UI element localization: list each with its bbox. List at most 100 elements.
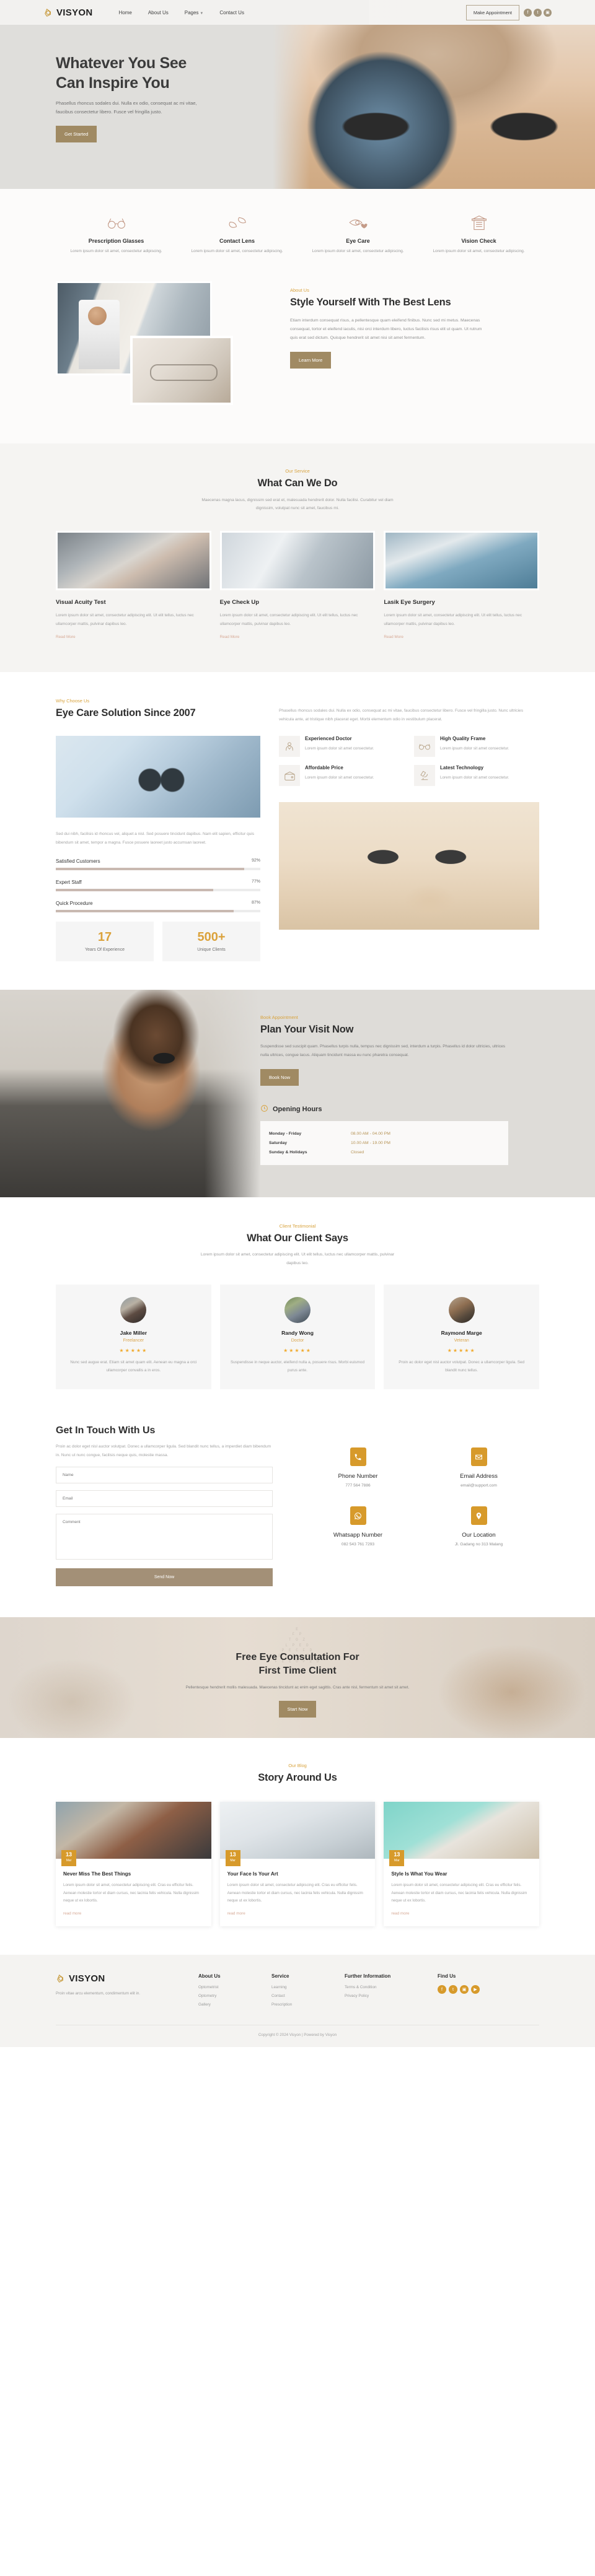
why-card-title: Experienced Doctor (305, 736, 352, 742)
footer-link[interactable]: Privacy Policy (345, 1994, 438, 1998)
about-eyebrow: About Us (290, 287, 309, 294)
skill-bar-label: Quick Procedure (56, 900, 93, 906)
why-card-experienced-doctor: Experienced Doctor Lorem ipsum dolor sit… (279, 736, 404, 758)
testimonial-eyebrow: Client Testimonial (279, 1223, 316, 1229)
feature-vision-check[interactable]: Vision Check Lorem ipsum dolor sit amet,… (418, 214, 539, 255)
cta-banner-section: E F P T O Z L P E D P E C F D E D F C Z … (0, 1617, 595, 1738)
service-card[interactable]: Lasik Eye Surgery Lorem ipsum dolor sit … (384, 531, 540, 639)
contact-card-value: email@support.com (461, 1483, 497, 1488)
why-card-text: Lorem ipsum dolor sit amet consectetur. (440, 775, 509, 780)
comment-textarea[interactable] (56, 1513, 273, 1560)
blog-card[interactable]: 13 Mar Never Miss The Best Things Lorem … (56, 1802, 211, 1927)
facebook-icon[interactable]: f (524, 8, 532, 17)
hours-time: 08.00 AM - 04.00 PM (351, 1131, 390, 1136)
why-card-title: High Quality Frame (440, 736, 486, 742)
hours-time: Closed (351, 1150, 364, 1155)
service-card[interactable]: Eye Check Up Lorem ipsum dolor sit amet,… (219, 531, 376, 639)
blog-card[interactable]: 13 Mar Your Face Is Your Art Lorem ipsum… (219, 1802, 376, 1927)
twitter-icon[interactable]: t (449, 1985, 457, 1994)
glasses-icon (66, 214, 167, 232)
avatar (448, 1296, 475, 1323)
contact-card-location: Our Location Jl. Gadang no 313 Malang (418, 1506, 539, 1547)
brand-logo[interactable]: VISYON (43, 7, 92, 18)
why-card-text: Lorem ipsum dolor sit amet consectetur. (440, 746, 509, 751)
start-now-button[interactable]: Start Now (278, 1701, 317, 1718)
blog-read-more-link[interactable]: read more (391, 1911, 409, 1916)
feature-title: Prescription Glasses (88, 238, 144, 244)
feature-text: Lorem ipsum dolor sit amet, consectetur … (70, 249, 162, 253)
email-input[interactable] (56, 1490, 273, 1507)
footer-link[interactable]: Terms & Condition (345, 1985, 438, 1989)
whatsapp-icon (350, 1506, 366, 1526)
blog-read-more-link[interactable]: read more (63, 1911, 81, 1916)
service-card-image (56, 531, 211, 591)
blog-read-more-link[interactable]: read more (227, 1911, 245, 1916)
instagram-icon[interactable]: ▣ (460, 1985, 469, 1994)
service-read-more-link[interactable]: Read More (56, 635, 76, 639)
service-read-more-link[interactable]: Read More (384, 635, 403, 639)
book-now-button[interactable]: Book Now (260, 1068, 299, 1086)
contact-card-title: Our Location (462, 1532, 496, 1539)
brand-name: VISYON (56, 7, 93, 18)
facebook-icon[interactable]: f (438, 1985, 446, 1994)
blog-date-day: 13 (229, 1851, 236, 1858)
about-paragraph: Etiam interdum consequat risus, a pellen… (290, 318, 482, 340)
skill-bar-value: 87% (251, 900, 260, 905)
feature-title: Vision Check (461, 238, 496, 244)
blog-card-image: 13 Mar (384, 1802, 540, 1867)
footer-link[interactable]: Contact (271, 1994, 345, 1998)
testimonial-subtitle: Lorem ipsum dolor sit amet, consectetur … (200, 1252, 395, 1265)
footer-link[interactable]: Learning (271, 1985, 345, 1989)
footer-link[interactable]: Optometry (198, 1994, 271, 1998)
why-card-title: Latest Technology (440, 765, 484, 771)
service-card-title: Eye Check Up (219, 599, 260, 606)
blog-title: Story Around Us (258, 1771, 337, 1783)
hours-time: 10.00 AM - 19.00 PM (351, 1140, 390, 1145)
feature-eye-care[interactable]: Eye Care Lorem ipsum dolor sit amet, con… (298, 214, 418, 255)
why-body-text: Sed dui nibh, facilisis id rhoncus vel, … (56, 832, 255, 845)
feature-text: Lorem ipsum dolor sit amet, consectetur … (433, 249, 525, 253)
send-now-button[interactable]: Send Now (56, 1568, 273, 1586)
features-strip: Prescription Glasses Lorem ipsum dolor s… (0, 189, 595, 278)
youtube-icon[interactable]: ▶ (471, 1985, 480, 1994)
instagram-icon[interactable]: ▣ (544, 8, 552, 17)
get-started-button[interactable]: Get Started (56, 125, 97, 142)
testimonial-card: Raymond Marge Veteran ★★★★★ Proin ac dol… (384, 1284, 540, 1390)
skill-bars: Satisfied Customers 92% Expert Staff 77% (56, 858, 260, 912)
book-title: Plan Your Visit Now (260, 1023, 354, 1035)
contact-card-title: Phone Number (338, 1473, 378, 1480)
stat-number: 500+ (197, 930, 226, 944)
nav-item-contact-us[interactable]: Contact Us (219, 10, 244, 15)
hours-row: Monday - Friday 08.00 AM - 04.00 PM (269, 1129, 500, 1138)
feature-prescription-glasses[interactable]: Prescription Glasses Lorem ipsum dolor s… (56, 214, 177, 255)
avatar (284, 1296, 311, 1323)
envelope-icon (470, 1447, 487, 1467)
nav-item-home[interactable]: Home (118, 10, 131, 15)
map-pin-icon (470, 1506, 487, 1526)
stat-label: Unique Clients (197, 947, 226, 952)
hero-title: Whatever You See Can Inspire You (56, 53, 539, 93)
service-read-more-link[interactable]: Read More (220, 635, 240, 639)
nav-item-about-us[interactable]: About Us (148, 10, 169, 15)
make-appointment-button[interactable]: Make Appointment (465, 4, 519, 20)
footer-column-find-us: Find Us f t ▣ ▶ (438, 1973, 511, 2011)
footer-link[interactable]: Prescription (271, 2002, 345, 2007)
about-title: Style Yourself With The Best Lens (290, 297, 451, 308)
footer-link[interactable]: Gallery (198, 2002, 271, 2007)
testimonial-role: Doctor (291, 1338, 304, 1343)
footer-brand-logo[interactable]: VISYON (56, 1973, 198, 1984)
testimonial-text: Proin ac dolor eget nisl auctor volutpat… (399, 1360, 525, 1373)
service-card-text: Lorem ipsum dolor sit amet, consectetur … (56, 613, 194, 626)
opening-hours-table: Monday - Friday 08.00 AM - 04.00 PM Satu… (260, 1120, 508, 1165)
learn-more-button[interactable]: Learn More (290, 351, 332, 369)
twitter-icon[interactable]: t (534, 8, 542, 17)
chevron-down-icon: ▼ (200, 11, 204, 15)
footer-link[interactable]: Optometrist (198, 1985, 271, 1989)
service-card[interactable]: Visual Acuity Test Lorem ipsum dolor sit… (56, 531, 211, 639)
feature-contact-lens[interactable]: Contact Lens Lorem ipsum dolor sit amet,… (177, 214, 298, 255)
hours-row: Sunday & Holidays Closed (269, 1148, 500, 1157)
name-input[interactable] (56, 1466, 273, 1483)
page-root: VISYON Home About Us Pages ▼ Contact Us M… (0, 0, 595, 2048)
blog-card[interactable]: 13 Mar Style Is What You Wear Lorem ipsu… (384, 1802, 540, 1927)
nav-item-pages[interactable]: Pages ▼ (185, 10, 204, 15)
